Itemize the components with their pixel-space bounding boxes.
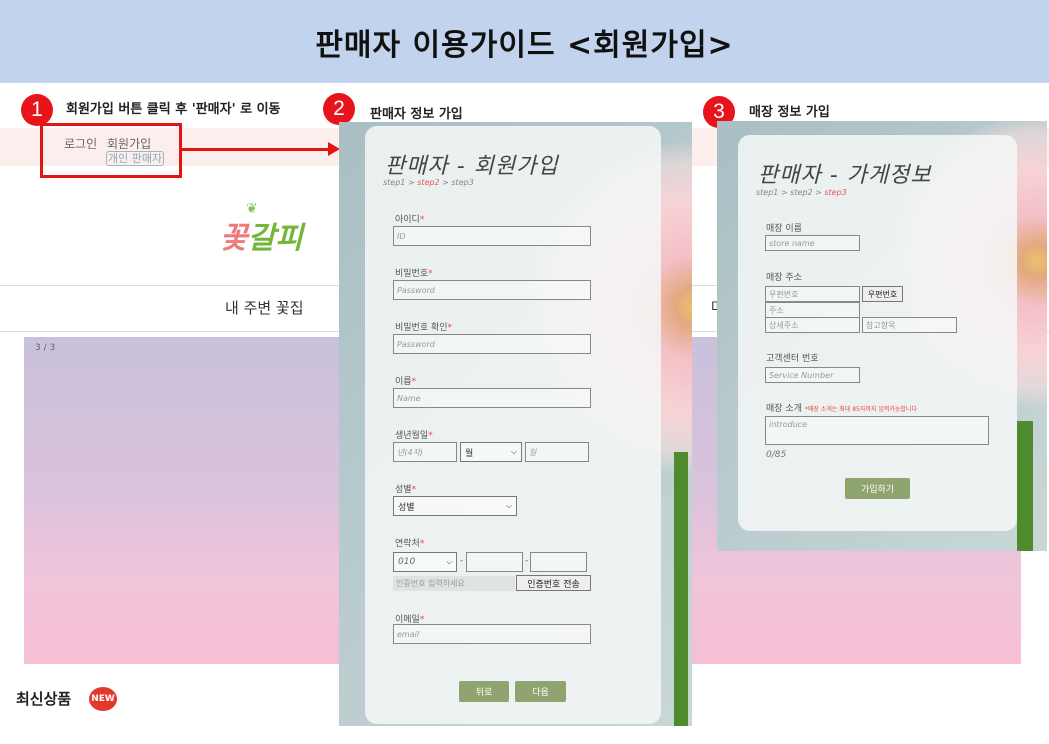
site-logo[interactable]: 꽃갈피 xyxy=(220,213,303,257)
phone-dash: - xyxy=(525,556,529,566)
birth-day-input[interactable]: 일 xyxy=(525,442,589,462)
phone-label-text: 연락처 xyxy=(395,539,420,549)
step-2-label: 판매자 정보 가입 xyxy=(370,107,463,122)
guide-banner: 판매자 이용가이드 <회원가입> xyxy=(0,0,1049,83)
verification-code-input[interactable]: 인증번호 입력하세요 xyxy=(393,576,515,591)
gender-label: 성별* xyxy=(395,482,416,495)
crumb-step2-active: step2 xyxy=(417,178,440,187)
birth-label-text: 생년월일 xyxy=(395,431,429,441)
zip-search-button[interactable]: 우편번호 xyxy=(862,286,903,302)
step-breadcrumb: step1 > step2 > step3 xyxy=(756,188,847,197)
id-label: 아이디* xyxy=(395,212,424,225)
member-form-title: 판매자 - 회원가입 xyxy=(385,154,559,179)
flower-stem xyxy=(1017,421,1033,551)
crumb-step1: step1 > xyxy=(383,178,418,187)
birth-month-value: 월 xyxy=(465,448,474,459)
required-mark: * xyxy=(411,485,417,495)
chevron-down-icon: ⌵ xyxy=(505,501,512,510)
store-form-card: 판매자 - 가게정보 step1 > step2 > step3 매장 이름 s… xyxy=(738,135,1017,531)
member-form-card: 판매자 - 회원가입 step1 > step2 > step3 아이디* ID… xyxy=(365,126,661,724)
phone-last-input[interactable] xyxy=(530,552,587,572)
char-counter: 0/85 xyxy=(766,450,787,460)
name-label: 이름* xyxy=(395,374,416,387)
id-label-text: 아이디 xyxy=(395,215,420,225)
next-button[interactable]: 다음 xyxy=(515,681,566,702)
service-number-input[interactable]: Service Number xyxy=(765,367,860,383)
step-2-marker: 2 xyxy=(323,93,355,125)
name-label-text: 이름 xyxy=(395,377,412,387)
arrow-line xyxy=(182,148,332,151)
store-intro-label: 매장 소개 *매장 소개는 최대 85자까지 입력가능합니다 xyxy=(766,401,917,414)
store-address-label: 매장 주소 xyxy=(766,273,802,283)
crumb-step3-active: step3 xyxy=(824,188,847,197)
required-mark: * xyxy=(419,215,425,225)
required-mark: * xyxy=(419,539,425,549)
crumb-step3: > step3 xyxy=(439,178,474,187)
detail-address-input[interactable]: 상세주소 xyxy=(765,317,860,333)
store-name-label: 매장 이름 xyxy=(766,224,802,234)
gender-select[interactable]: 성별 ⌵ xyxy=(393,496,517,516)
password-confirm-label-text: 비밀번호 확인 xyxy=(395,323,448,333)
store-info-screenshot: 판매자 - 가게정보 step1 > step2 > step3 매장 이름 s… xyxy=(717,121,1047,551)
store-name-input[interactable]: store name xyxy=(765,235,860,251)
member-signup-screenshot: 판매자 - 회원가입 step1 > step2 > step3 아이디* ID… xyxy=(339,122,692,726)
zip-input[interactable]: 우편번호 xyxy=(765,286,860,302)
step-3-label: 매장 정보 가입 xyxy=(749,105,830,120)
new-badge-icon: NEW xyxy=(89,687,117,711)
service-number-label: 고객센터 번호 xyxy=(766,354,819,364)
required-mark: * xyxy=(447,323,453,333)
chevron-down-icon: ⌵ xyxy=(445,557,452,566)
email-input[interactable]: email xyxy=(393,624,591,644)
send-code-button[interactable]: 인증번호 전송 xyxy=(516,575,591,591)
logo-part-b: 갈피 xyxy=(247,221,303,256)
required-mark: * xyxy=(428,431,433,441)
birth-year-input[interactable]: 년(4자) xyxy=(393,442,457,462)
gender-label-text: 성별 xyxy=(395,485,412,495)
submit-button[interactable]: 가입하기 xyxy=(845,478,910,499)
flower-stem xyxy=(674,452,688,726)
gender-value: 성별 xyxy=(398,502,415,513)
birth-label: 생년월일* xyxy=(395,428,433,441)
highlight-box xyxy=(40,123,182,178)
step-breadcrumb: step1 > step2 > step3 xyxy=(383,178,474,187)
required-mark: * xyxy=(411,377,417,387)
section-title-newest: 최신상품 xyxy=(16,690,72,708)
phone-label: 연락처* xyxy=(395,536,424,549)
crumb-step1-2: step1 > step2 > xyxy=(756,188,825,197)
birth-month-select[interactable]: 월 ⌵ xyxy=(460,442,522,462)
step-1-marker: 1 xyxy=(21,94,53,126)
chevron-down-icon: ⌵ xyxy=(510,447,517,456)
password-label-text: 비밀번호 xyxy=(395,269,429,279)
password-label: 비밀번호* xyxy=(395,266,433,279)
logo-part-a: 꽃 xyxy=(220,221,248,256)
back-button[interactable]: 뒤로 xyxy=(459,681,509,702)
id-input[interactable]: ID xyxy=(393,226,591,246)
slide-index: 3 / 3 xyxy=(35,343,56,353)
phone-prefix-select[interactable]: 010 ⌵ xyxy=(393,552,457,572)
step-1-label: 회원가입 버튼 클릭 후 '판매자' 로 이동 xyxy=(66,102,281,117)
name-input[interactable]: Name xyxy=(393,388,591,408)
store-intro-label-text: 매장 소개 xyxy=(766,404,802,414)
password-confirm-label: 비밀번호 확인* xyxy=(395,320,452,333)
phone-dash: - xyxy=(460,556,464,566)
password-confirm-input[interactable]: Password xyxy=(393,334,591,354)
nav-nearby-shops[interactable]: 내 주변 꽃집 xyxy=(225,297,304,318)
password-input[interactable]: Password xyxy=(393,280,591,300)
phone-prefix-value: 010 xyxy=(398,557,416,567)
store-intro-textarea[interactable]: introduce xyxy=(765,416,989,445)
reference-input[interactable]: 참고항목 xyxy=(862,317,957,333)
phone-middle-input[interactable] xyxy=(466,552,523,572)
address-input[interactable]: 주소 xyxy=(765,302,860,318)
guide-title: 판매자 이용가이드 <회원가입> xyxy=(315,27,734,63)
required-mark: * xyxy=(428,269,433,279)
intro-note: *매장 소개는 최대 85자까지 입력가능합니다 xyxy=(804,406,917,413)
store-form-title: 판매자 - 가게정보 xyxy=(758,163,932,188)
